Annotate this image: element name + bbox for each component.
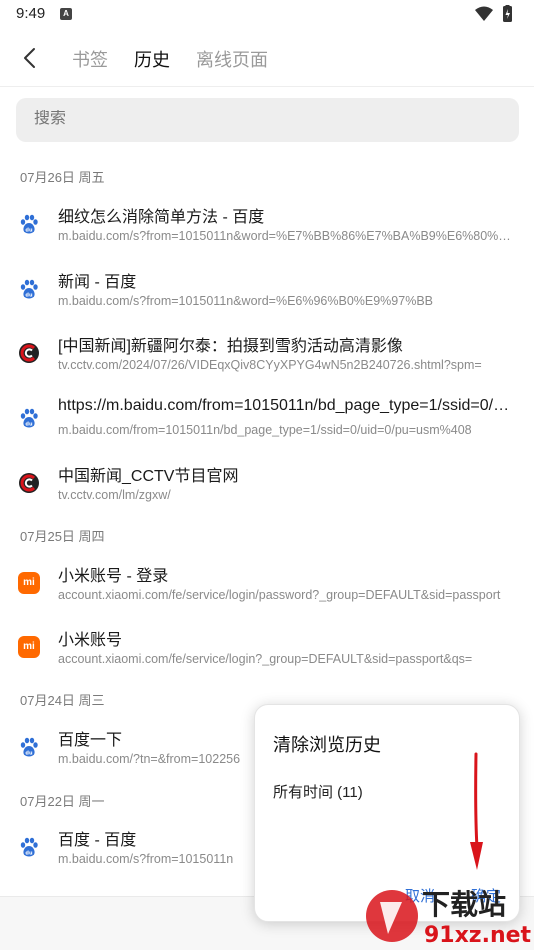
history-url: account.xiaomi.com/fe/service/login/pass…	[58, 588, 501, 602]
battery-icon	[503, 5, 512, 22]
history-item[interactable]: 中国新闻_CCTV节目官网 tv.cctv.com/lm/zgxw/	[0, 460, 534, 520]
notification-icon: A	[60, 8, 72, 20]
dialog-title: 清除浏览历史	[273, 735, 381, 755]
history-item[interactable]: mi 小米账号 account.xiaomi.com/fe/service/lo…	[0, 624, 534, 684]
svg-text:du: du	[25, 751, 33, 757]
watermark-brand: 下载站	[422, 888, 506, 921]
history-item[interactable]: [中国新闻]新疆阿尔泰：拍摄到雪豹活动高清影像 tv.cctv.com/2024…	[0, 330, 534, 390]
date-header: 07月22日 周一	[20, 794, 105, 809]
history-item[interactable]: mi 小米账号 - 登录 account.xiaomi.com/fe/servi…	[0, 560, 534, 620]
history-url: tv.cctv.com/2024/07/26/VIDEqxQiv8CYyXPYG…	[58, 358, 482, 372]
history-item[interactable]: du 新闻 - 百度 m.baidu.com/s?from=1015011n&w…	[0, 266, 534, 326]
history-title: 中国新闻_CCTV节目官网	[58, 468, 239, 485]
xiaomi-logo-icon: mi	[18, 572, 40, 594]
tab-offline-pages[interactable]: 离线页面	[196, 46, 268, 72]
history-item[interactable]: du https://m.baidu.com/from=1015011n/bd_…	[0, 395, 534, 455]
search-input[interactable]	[34, 110, 494, 128]
search-box[interactable]	[16, 98, 519, 142]
history-title: https://m.baidu.com/from=1015011n/bd_pag…	[58, 397, 518, 414]
svg-text:du: du	[25, 422, 33, 428]
watermark-domain: 91xz.net	[424, 923, 532, 948]
svg-text:du: du	[25, 293, 33, 299]
status-bar: 9:49 A	[0, 0, 534, 28]
date-header: 07月24日 周三	[20, 693, 105, 708]
tab-history[interactable]: 历史	[134, 46, 170, 72]
history-title: 细纹怎么消除简单方法 - 百度	[58, 209, 265, 226]
baidu-paw-icon: du	[18, 278, 40, 300]
back-button[interactable]	[14, 42, 46, 74]
baidu-paw-icon: du	[18, 407, 40, 429]
watermark-logo-icon	[366, 890, 418, 942]
date-header: 07月26日 周五	[20, 170, 105, 185]
history-title: 新闻 - 百度	[58, 274, 137, 291]
svg-text:du: du	[25, 228, 33, 234]
xiaomi-logo-icon: mi	[18, 636, 40, 658]
cctv-logo-icon	[18, 342, 40, 364]
status-time: 9:49	[16, 5, 46, 22]
history-url: tv.cctv.com/lm/zgxw/	[58, 488, 171, 502]
watermark: 下载站 91xz.net	[358, 882, 534, 950]
svg-text:du: du	[25, 851, 33, 857]
history-url: m.baidu.com/from=1015011n/bd_page_type=1…	[58, 423, 472, 437]
chevron-left-icon	[24, 48, 35, 68]
history-title: [中国新闻]新疆阿尔泰：拍摄到雪豹活动高清影像	[58, 338, 403, 355]
baidu-paw-icon: du	[18, 736, 40, 758]
tab-bookmarks[interactable]: 书签	[72, 46, 108, 72]
time-range-option[interactable]: 所有时间 (11)	[273, 781, 363, 802]
date-header: 07月25日 周四	[20, 529, 105, 544]
history-title: 小米账号	[58, 632, 123, 649]
history-title: 小米账号 - 登录	[58, 568, 169, 585]
cctv-logo-icon	[18, 472, 40, 494]
tab-bar: 书签 历史 离线页面	[0, 34, 534, 82]
divider	[0, 86, 534, 87]
history-item[interactable]: du 细纹怎么消除简单方法 - 百度 m.baidu.com/s?from=10…	[0, 201, 534, 261]
baidu-paw-icon: du	[18, 213, 40, 235]
history-url: account.xiaomi.com/fe/service/login?_gro…	[58, 652, 473, 666]
history-url: m.baidu.com/s?from=1015011n&word=%E7%BB%…	[58, 229, 516, 243]
history-url: m.baidu.com/s?from=1015011n&word=%E6%96%…	[58, 294, 433, 308]
baidu-paw-icon: du	[18, 836, 40, 858]
annotation-arrow-icon	[470, 752, 483, 870]
status-icons	[474, 5, 518, 23]
wifi-icon	[475, 6, 493, 21]
